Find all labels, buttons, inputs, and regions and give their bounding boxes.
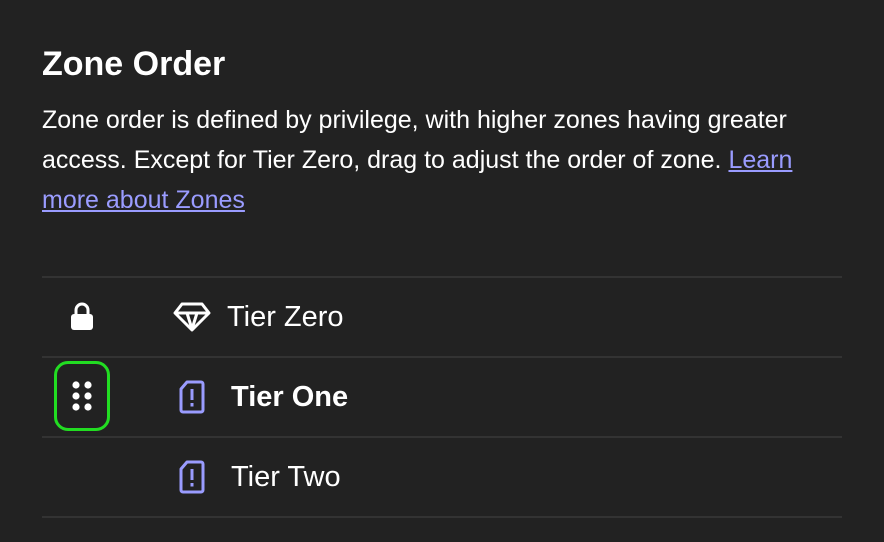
lock-icon: [71, 302, 93, 330]
zone-icon-cell: [172, 379, 212, 415]
zone-row-tier-two[interactable]: Tier Two: [42, 438, 842, 518]
zone-name: Tier One: [231, 381, 349, 413]
zone-lock-cell: [54, 281, 110, 351]
zone-list: Tier Zero Tier One Tier Two: [42, 276, 842, 518]
zone-row-tier-one[interactable]: Tier One: [42, 358, 842, 438]
zone-order-description: Zone order is defined by privilege, with…: [42, 100, 842, 220]
diamond-icon: [173, 302, 211, 332]
page-title: Zone Order: [42, 45, 226, 83]
description-text: Zone order is defined by privilege, with…: [42, 106, 787, 174]
zone-row-tier-zero: Tier Zero: [42, 278, 842, 358]
tag-alert-icon: [179, 460, 205, 494]
tag-alert-icon: [179, 380, 205, 414]
zone-name: Tier Zero: [227, 301, 344, 333]
zone-icon-cell: [172, 299, 212, 335]
drag-handle-icon: [72, 381, 92, 411]
drag-handle[interactable]: [54, 441, 110, 511]
zone-name: Tier Two: [231, 461, 341, 493]
zone-icon-cell: [172, 459, 212, 495]
drag-handle[interactable]: [54, 361, 110, 431]
